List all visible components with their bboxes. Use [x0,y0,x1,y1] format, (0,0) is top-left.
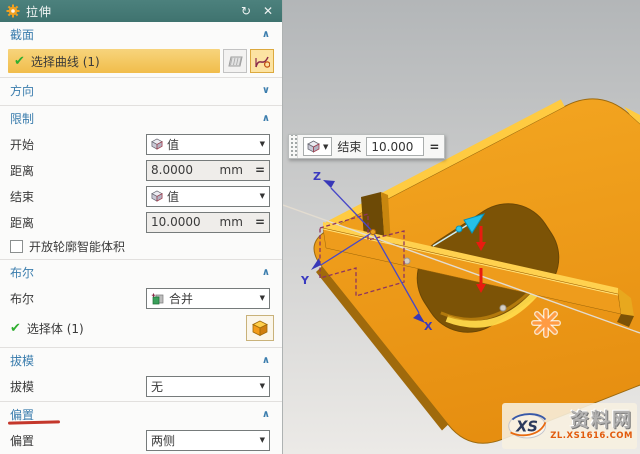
boolean-dropdown[interactable]: 合并 ▼ [146,288,270,309]
draft-panel-header[interactable]: 拔模 ∧ [0,348,282,371]
onscreen-extrude-toolbar[interactable]: ▼ 结束 10.000 = [288,134,445,159]
solid-body-cube-icon [251,319,269,337]
offset-header-label: 偏置 [10,408,34,422]
start-distance-unit[interactable]: mm [220,163,243,177]
axis-label-x: X [424,320,433,333]
dialog-title: 拉伸 [26,3,52,20]
draft-label: 拔模 [10,378,146,395]
chevron-up-icon[interactable]: ∧ [262,409,270,420]
watermark: XS 资料网 ZL.XS1616.COM [502,403,637,449]
select-body-button[interactable] [246,315,274,341]
osd-end-distance-value: 10.000 [371,140,413,154]
unite-icon [151,292,165,305]
select-curve-label: 选择曲线 (1) [31,53,100,70]
offset-value: 两侧 [151,432,175,449]
close-icon[interactable]: ✕ [260,4,276,18]
open-profile-label: 开放轮廓智能体积 [29,238,125,255]
end-distance-value: 10.0000 [151,215,201,229]
offset-dropdown[interactable]: 两侧 ▼ [146,430,270,451]
direction-panel-header[interactable]: 方向 ∨ [0,78,282,101]
chevron-up-icon[interactable]: ∧ [262,113,270,124]
axis-label-y: Y [300,274,310,287]
end-distance-unit[interactable]: mm [220,215,243,229]
offset-panel-header[interactable]: 偏置 ∧ [0,402,282,425]
watermark-logo: XS [506,408,548,444]
osd-formula-toggle[interactable]: = [429,140,439,154]
select-face-button[interactable] [223,49,247,73]
dropdown-caret-icon: ▼ [260,140,265,148]
open-profile-checkbox[interactable] [10,240,23,253]
guide-bead-handle[interactable] [404,258,410,264]
watermark-logo-text: XS [515,419,538,436]
osd-end-label: 结束 [337,138,361,155]
select-body-label: 选择体 (1) [27,320,84,337]
limit-mode-button[interactable]: ▼ [303,137,332,156]
red-underline-annotation [8,420,60,424]
draft-header-label: 拔模 [10,352,34,369]
watermark-url: ZL.XS1616.COM [550,432,633,441]
limits-header-label: 限制 [10,110,34,127]
direction-header-label: 方向 [10,82,34,99]
start-distance-value: 8.0000 [151,163,193,177]
end-mode-dropdown[interactable]: 值 ▼ [146,186,270,207]
boolean-value: 合并 [169,290,193,307]
face-icon [228,55,243,68]
section-header-label: 截面 [10,26,34,43]
guide-bead-handle[interactable] [500,305,506,311]
end-label: 结束 [10,188,146,205]
end-distance-input[interactable]: 10.0000 mm = [146,212,270,233]
drag-handle-asterisk[interactable] [534,311,558,335]
application-window: Z Y X [0,0,640,454]
cube-icon [151,138,163,150]
select-curve-row[interactable]: ✔ 选择曲线 (1) [8,49,220,73]
boolean-panel-header[interactable]: 布尔 ∧ [0,260,282,283]
dialog-titlebar[interactable]: 拉伸 ↻ ✕ [0,0,282,22]
end-mode-value: 值 [167,188,179,205]
formula-toggle[interactable]: = [255,163,265,177]
boolean-header-label: 布尔 [10,264,34,281]
extrude-dialog: 拉伸 ↻ ✕ 截面 ∧ ✔ 选择曲线 (1) [0,0,283,454]
chevron-up-icon[interactable]: ∧ [262,29,270,40]
dropdown-caret-icon: ▼ [260,436,265,444]
start-mode-dropdown[interactable]: 值 ▼ [146,134,270,155]
offset-label: 偏置 [10,432,146,449]
dropdown-caret-icon: ▼ [323,143,328,151]
toolbar-drag-grip[interactable] [289,135,298,158]
start-distance-input[interactable]: 8.0000 mm = [146,160,270,181]
chevron-down-icon[interactable]: ∨ [262,85,270,96]
start-distance-label: 距离 [10,162,146,179]
3d-scene: Z Y X [283,0,640,454]
dropdown-caret-icon: ▼ [260,192,265,200]
start-label: 开始 [10,136,146,153]
dropdown-caret-icon: ▼ [260,382,265,390]
cube-icon [307,140,320,153]
check-icon: ✔ [10,321,21,336]
check-icon: ✔ [14,54,25,69]
section-panel-header[interactable]: 截面 ∧ [0,22,282,45]
start-mode-value: 值 [167,136,179,153]
gear-icon [6,4,20,18]
formula-toggle[interactable]: = [255,215,265,229]
boolean-label: 布尔 [10,290,146,307]
reset-icon[interactable]: ↻ [238,4,254,18]
chevron-up-icon[interactable]: ∧ [262,267,270,278]
axis-label-z: Z [313,170,321,183]
limits-panel-header[interactable]: 限制 ∧ [0,106,282,129]
draft-dropdown[interactable]: 无 ▼ [146,376,270,397]
viewport-3d[interactable]: Z Y X [283,0,640,454]
chevron-up-icon[interactable]: ∧ [262,355,270,366]
osd-end-distance-input[interactable]: 10.000 [366,137,424,156]
sketch-curve-icon [254,54,270,69]
watermark-name: 资料网 [570,411,633,430]
end-distance-label: 距离 [10,214,146,231]
cube-icon [151,190,163,202]
dropdown-caret-icon: ▼ [260,294,265,302]
draft-value: 无 [151,378,163,395]
sketch-section-button[interactable] [250,49,274,73]
